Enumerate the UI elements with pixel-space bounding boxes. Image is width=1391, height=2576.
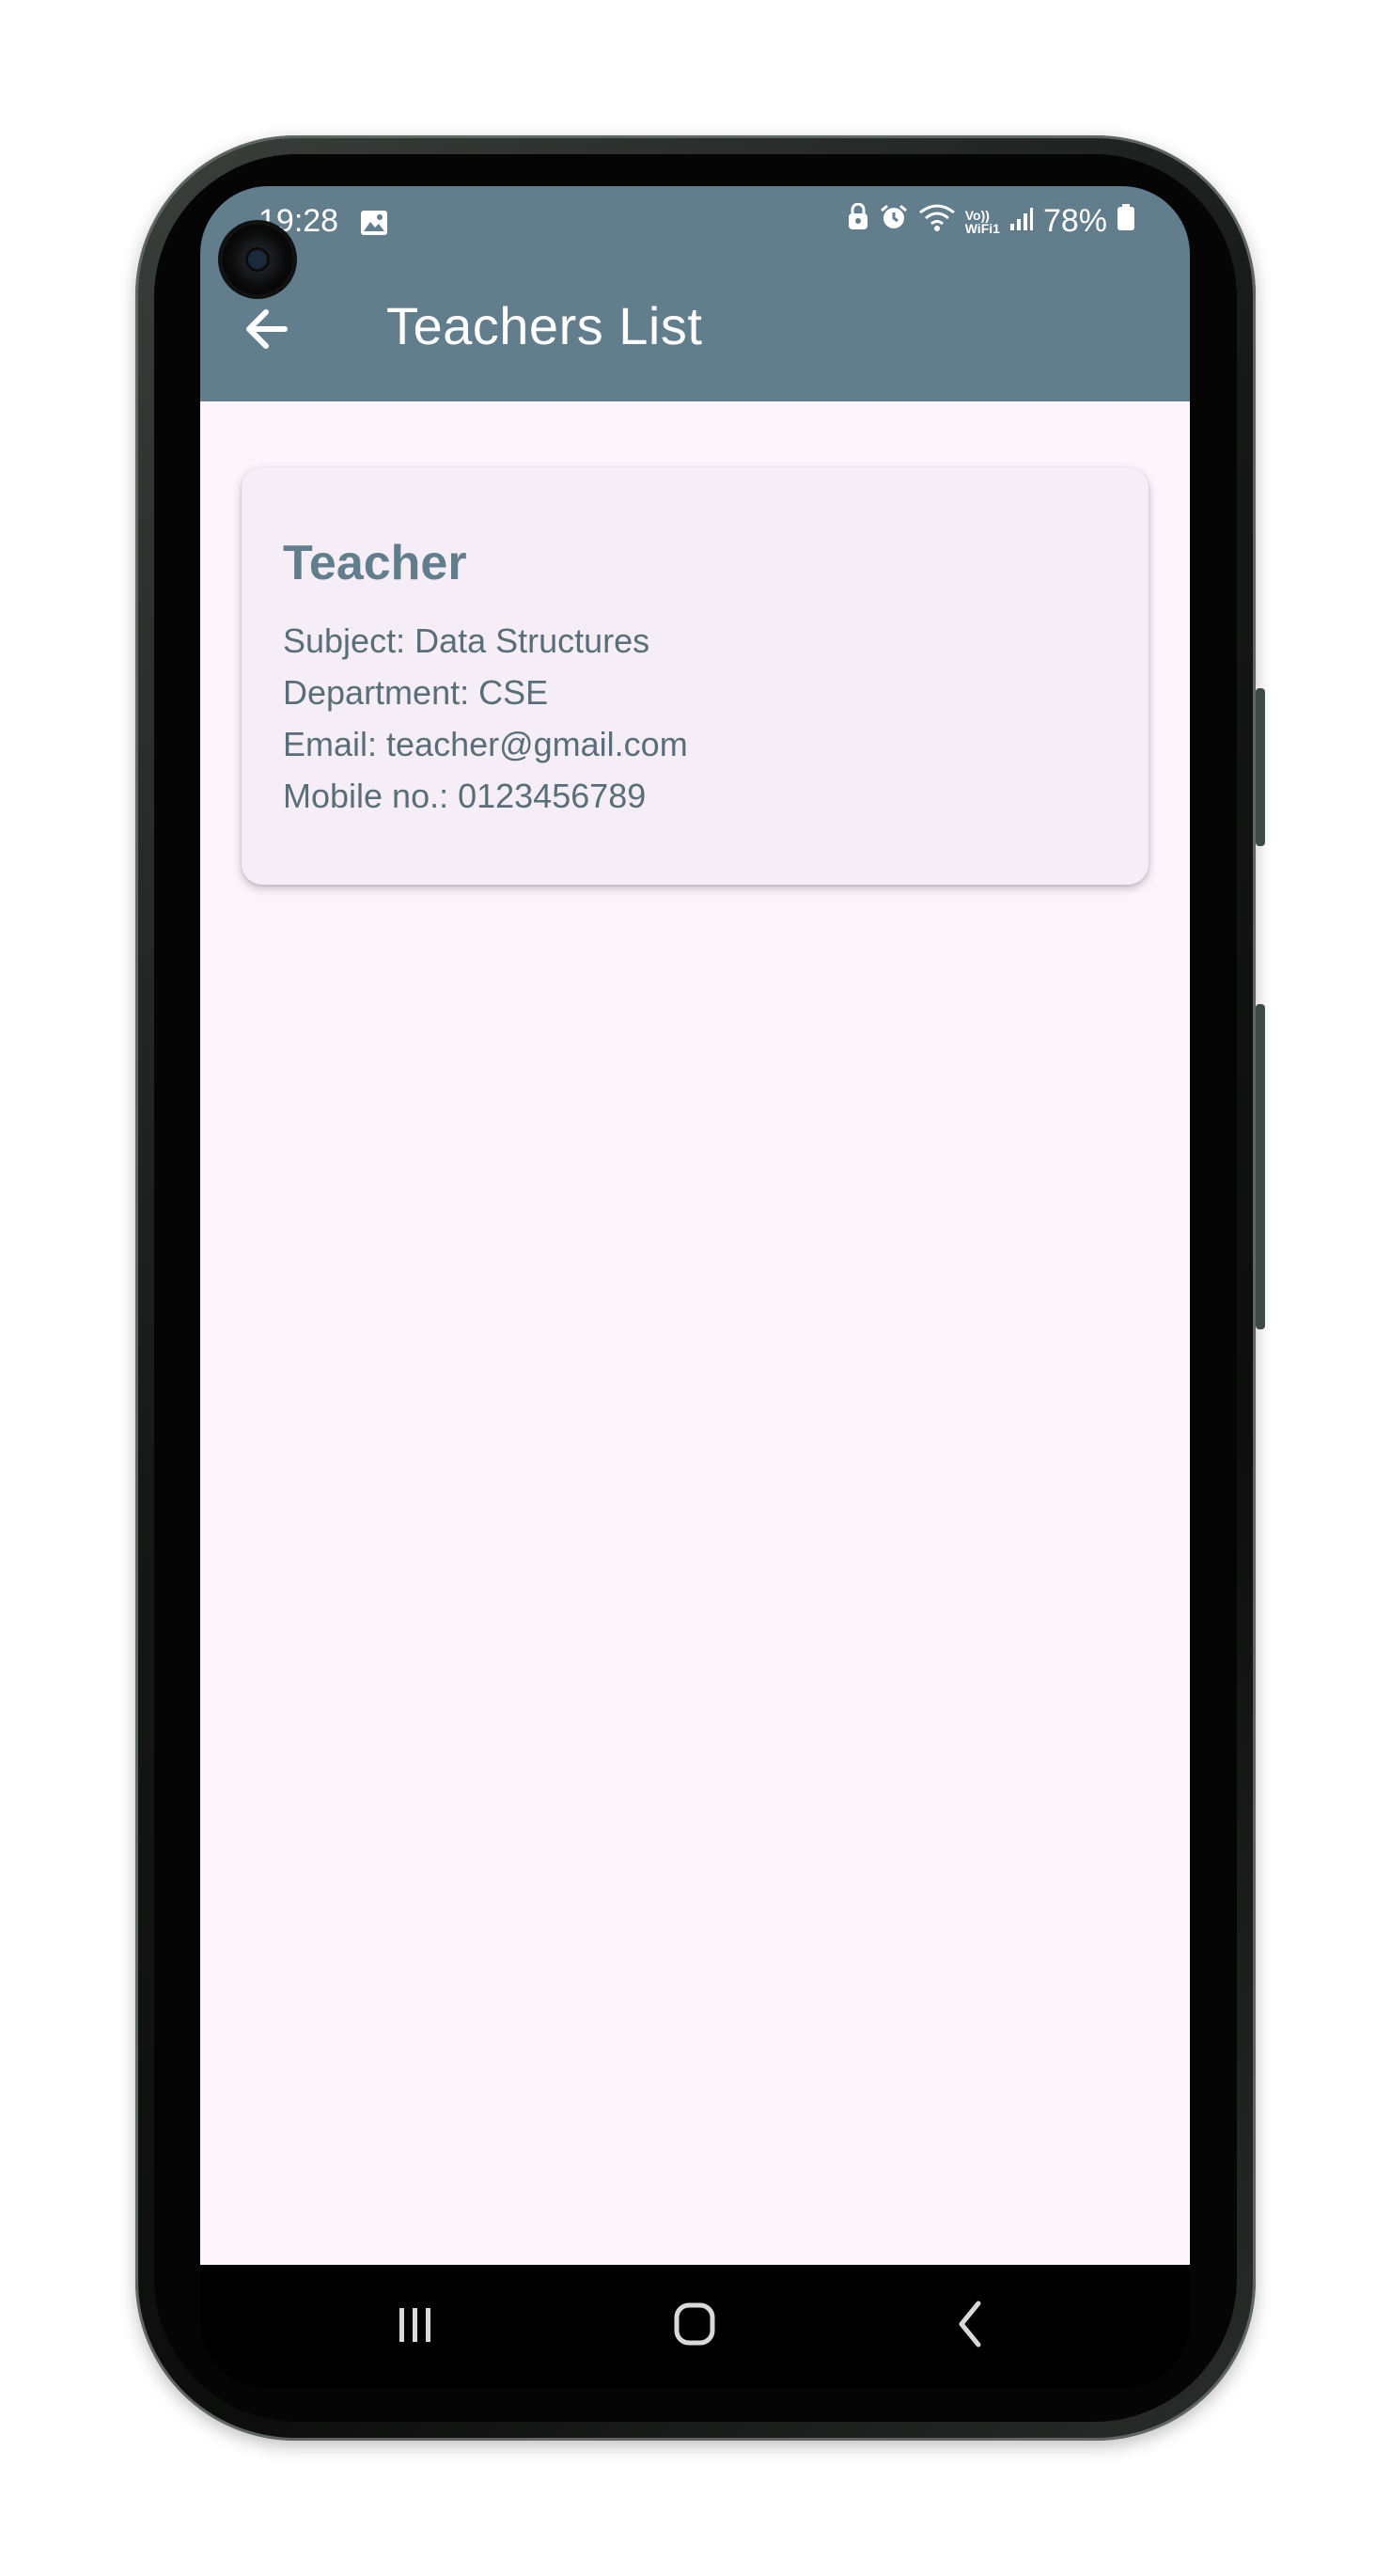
system-nav-bar (200, 2265, 1190, 2388)
teacher-mobile: Mobile no.: 0123456789 (283, 777, 647, 815)
back-button[interactable] (238, 301, 304, 357)
volte-label: Vo)) (964, 207, 990, 223)
page-title: Teachers List (386, 296, 703, 355)
recents-button[interactable] (377, 2291, 452, 2357)
chevron-left-icon (959, 2301, 981, 2348)
volte-wifi-icon: Vo)) WiFi1 (965, 209, 1000, 235)
recents-icon (399, 2308, 430, 2342)
status-bar: 19:28 Vo)) WiFi1 78% (200, 186, 1190, 256)
screen: 19:28 Vo)) WiFi1 78% Teachers List Teach… (200, 186, 1190, 2388)
teacher-subject: Subject: Data Structures (283, 621, 650, 660)
system-back-button[interactable] (931, 2291, 1007, 2357)
app-bar: Teachers List (200, 256, 1190, 401)
volume-button (1256, 688, 1265, 846)
teacher-department: Department: CSE (283, 673, 549, 712)
status-icons: Vo)) WiFi1 78% (847, 202, 1135, 240)
alarm-icon (879, 203, 909, 240)
teacher-email: Email: teacher@gmail.com (283, 725, 688, 763)
signal-icon (1009, 203, 1034, 240)
teachers-list: Teacher Subject: Data Structures Departm… (200, 401, 1190, 2265)
teacher-name: Teacher (283, 536, 467, 590)
battery-percent: 78% (1042, 203, 1107, 239)
wifi-calling-label: WiFi1 (964, 220, 1000, 236)
home-icon (674, 2302, 715, 2346)
wifi-icon (918, 203, 956, 240)
vpn-lock-icon (847, 202, 869, 240)
gallery-notification-icon (360, 208, 388, 235)
front-camera (222, 224, 293, 295)
home-button[interactable] (657, 2291, 732, 2357)
teacher-card[interactable]: Teacher Subject: Data Structures Departm… (242, 467, 1149, 885)
power-button (1256, 1004, 1265, 1329)
battery-icon (1117, 203, 1135, 240)
arrow-left-icon (246, 309, 288, 349)
